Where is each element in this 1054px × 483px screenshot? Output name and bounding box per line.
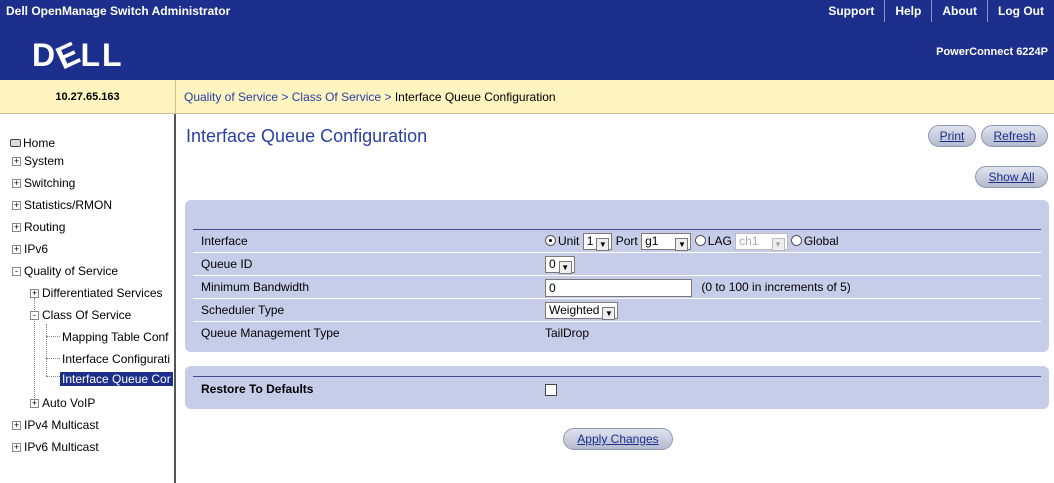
ip-address: 10.27.65.163 bbox=[0, 80, 176, 114]
sidebar-item-system[interactable]: + System bbox=[12, 153, 64, 169]
port-select[interactable]: g1 ▼ bbox=[641, 233, 692, 252]
global-radio[interactable] bbox=[790, 235, 802, 246]
chevron-down-icon: ▼ bbox=[596, 238, 610, 252]
scheduler-type-label: Scheduler Type bbox=[201, 303, 285, 317]
chevron-down-icon: ▼ bbox=[771, 238, 785, 252]
breadcrumb-cos[interactable]: Class Of Service bbox=[292, 90, 381, 104]
home-icon bbox=[10, 139, 21, 147]
header-band: DELL PowerConnect 6224P bbox=[0, 22, 1054, 80]
breadcrumb-separator: > bbox=[384, 90, 392, 104]
sidebar-item-diffserv[interactable]: + Differentiated Services bbox=[30, 285, 163, 301]
tree-connector bbox=[46, 376, 60, 377]
lag-select: ch1 ▼ bbox=[735, 233, 788, 252]
queue-id-row: Queue ID 0 ▼ bbox=[193, 253, 1041, 275]
sidebar-item-interface-config[interactable]: Interface Configurati bbox=[62, 351, 170, 367]
tree-connector bbox=[46, 324, 47, 376]
show-all-button[interactable]: Show All bbox=[975, 166, 1048, 188]
port-label: Port bbox=[615, 234, 638, 248]
support-link[interactable]: Support bbox=[818, 0, 884, 22]
queue-mgmt-value: TailDrop bbox=[545, 326, 590, 340]
logout-link[interactable]: Log Out bbox=[987, 0, 1054, 22]
tree-connector bbox=[46, 336, 60, 337]
refresh-button[interactable]: Refresh bbox=[981, 125, 1048, 147]
chevron-down-icon: ▼ bbox=[675, 238, 689, 252]
apply-changes-button[interactable]: Apply Changes bbox=[563, 428, 673, 450]
app-title: Dell OpenManage Switch Administrator bbox=[6, 4, 231, 18]
sidebar-item-routing[interactable]: + Routing bbox=[12, 219, 65, 235]
unit-label: Unit bbox=[558, 234, 580, 248]
scheduler-type-row: Scheduler Type Weighted ▼ bbox=[193, 299, 1041, 321]
interface-controls: Unit 1 ▼ Port g1 ▼ LAG ch1 ▼ Global bbox=[545, 230, 839, 252]
top-bar: Dell OpenManage Switch Administrator Sup… bbox=[0, 0, 1054, 22]
help-link[interactable]: Help bbox=[884, 0, 931, 22]
lag-radio[interactable] bbox=[694, 235, 706, 246]
interface-label: Interface bbox=[201, 234, 248, 248]
plus-box-icon[interactable]: + bbox=[30, 399, 39, 408]
chevron-down-icon: ▼ bbox=[558, 261, 572, 275]
about-link[interactable]: About bbox=[931, 0, 987, 22]
minus-box-icon[interactable]: - bbox=[30, 311, 39, 320]
plus-box-icon[interactable]: + bbox=[12, 245, 21, 254]
sidebar-item-ipv6[interactable]: + IPv6 bbox=[12, 241, 48, 257]
min-bandwidth-hint: (0 to 100 in increments of 5) bbox=[701, 280, 851, 294]
sidebar-item-ipv4-multicast[interactable]: + IPv4 Multicast bbox=[12, 417, 99, 433]
min-bandwidth-label: Minimum Bandwidth bbox=[201, 280, 310, 294]
minus-box-icon[interactable]: - bbox=[12, 267, 21, 276]
config-panel: Interface Unit 1 ▼ Port g1 ▼ LAG ch1 ▼ Glob… bbox=[185, 200, 1049, 352]
plus-box-icon[interactable]: + bbox=[12, 179, 21, 188]
sidebar-item-qos[interactable]: - Quality of Service bbox=[12, 263, 118, 279]
sidebar-item-statistics[interactable]: + Statistics/RMON bbox=[12, 197, 112, 213]
global-label: Global bbox=[803, 234, 839, 248]
plus-box-icon[interactable]: + bbox=[12, 201, 21, 210]
scheduler-type-select[interactable]: Weighted ▼ bbox=[545, 302, 619, 321]
nav-tree: Home + System + Switching + Statistics/RMON… bbox=[0, 114, 176, 483]
chevron-down-icon: ▼ bbox=[602, 307, 616, 321]
plus-box-icon[interactable]: + bbox=[12, 223, 21, 232]
print-button[interactable]: Print bbox=[928, 125, 976, 147]
tree-connector bbox=[46, 358, 60, 359]
interface-row: Interface Unit 1 ▼ Port g1 ▼ LAG ch1 ▼ Glob… bbox=[193, 230, 1041, 252]
unit-select[interactable]: 1 ▼ bbox=[582, 233, 613, 252]
sidebar-item-ipv6-multicast[interactable]: + IPv6 Multicast bbox=[12, 439, 99, 455]
breadcrumb-qos[interactable]: Quality of Service bbox=[184, 90, 278, 104]
unit-radio[interactable] bbox=[545, 235, 556, 246]
restore-row: Restore To Defaults bbox=[193, 378, 1041, 400]
breadcrumb: Quality of Service > Class Of Service > … bbox=[176, 80, 1054, 114]
plus-box-icon[interactable]: + bbox=[12, 443, 21, 452]
restore-checkbox[interactable] bbox=[545, 383, 557, 396]
dell-logo: DELL bbox=[32, 33, 124, 77]
queue-id-select[interactable]: 0 ▼ bbox=[545, 256, 575, 275]
restore-label: Restore To Defaults bbox=[201, 382, 314, 396]
queue-mgmt-label: Queue Management Type bbox=[201, 326, 340, 340]
page-title: Interface Queue Configuration bbox=[186, 126, 428, 146]
plus-box-icon[interactable]: + bbox=[12, 421, 21, 430]
lag-label: LAG bbox=[707, 234, 732, 248]
panel-rule bbox=[193, 376, 1041, 377]
breadcrumb-separator: > bbox=[281, 90, 289, 104]
device-model: PowerConnect 6224P bbox=[936, 46, 1048, 58]
queue-mgmt-row: Queue Management Type TailDrop bbox=[193, 322, 1041, 344]
top-links: Support Help About Log Out bbox=[818, 0, 1054, 22]
min-bandwidth-input[interactable]: 0 bbox=[545, 278, 692, 297]
queue-id-label: Queue ID bbox=[201, 257, 253, 271]
sidebar-item-switching[interactable]: + Switching bbox=[12, 175, 75, 191]
sidebar-item-autovoip[interactable]: + Auto VoIP bbox=[30, 395, 95, 411]
plus-box-icon[interactable]: + bbox=[12, 157, 21, 166]
restore-panel: Restore To Defaults bbox=[185, 366, 1049, 409]
sidebar-item-home[interactable]: Home bbox=[10, 135, 55, 151]
sidebar-item-cos[interactable]: - Class Of Service bbox=[30, 307, 131, 323]
plus-box-icon[interactable]: + bbox=[30, 289, 39, 298]
sidebar-item-mapping-table[interactable]: Mapping Table Conf bbox=[62, 329, 169, 345]
sidebar-item-interface-queue[interactable]: Interface Queue Cor bbox=[60, 371, 173, 387]
breadcrumb-current: Interface Queue Configuration bbox=[394, 90, 556, 104]
min-bandwidth-row: Minimum Bandwidth 0 (0 to 100 in increme… bbox=[193, 276, 1041, 298]
